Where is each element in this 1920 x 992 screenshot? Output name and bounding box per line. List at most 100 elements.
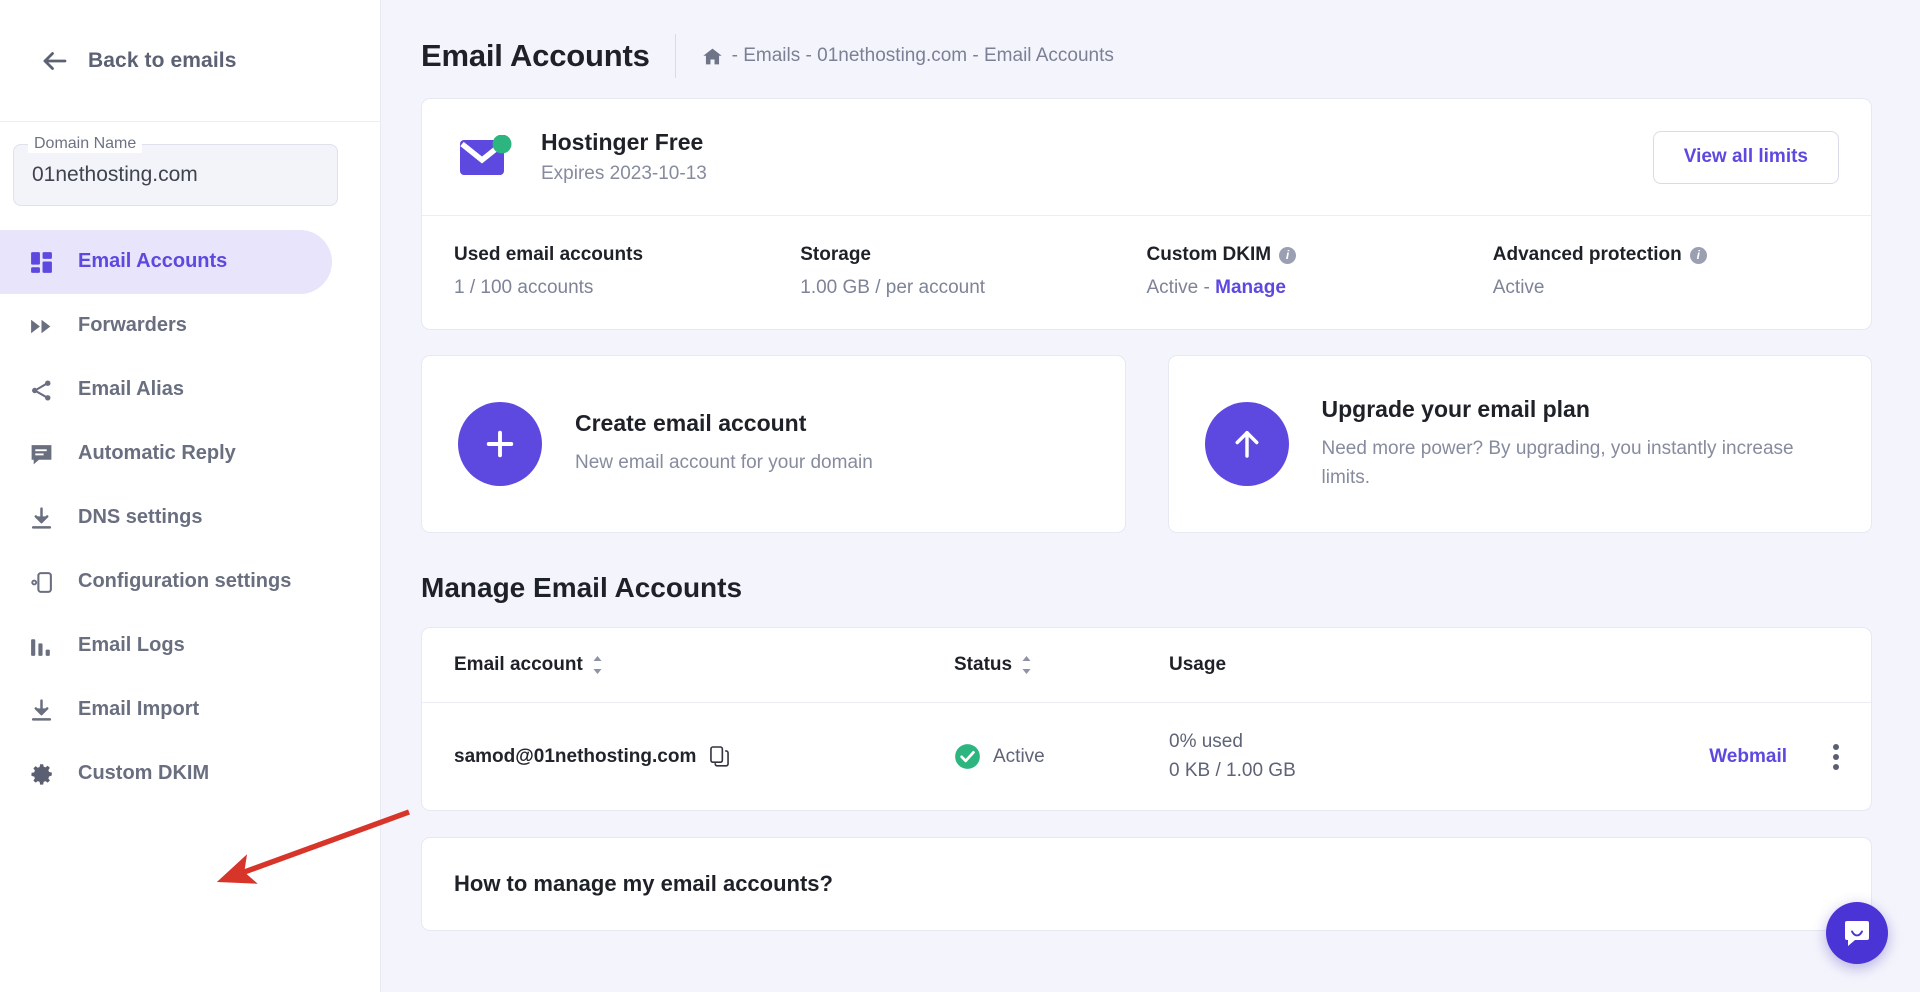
home-icon[interactable]: [702, 46, 723, 67]
sidebar-item-label: Email Accounts: [78, 250, 228, 273]
plan-expiry: Expires 2023-10-13: [541, 163, 707, 184]
table-row: samod@01nethosting.com Active 0% used 0 …: [422, 703, 1871, 810]
usage-percent: 0% used: [1169, 731, 1243, 752]
sidebar-nav: Email Accounts Forwarders Email Alias Au…: [0, 230, 380, 806]
arrow-left-icon: [40, 46, 70, 76]
kebab-menu-icon[interactable]: [1833, 743, 1839, 770]
sidebar-item-label: Email Logs: [78, 634, 185, 657]
stat-label: Advanced protection i: [1493, 244, 1839, 266]
card-title: Upgrade your email plan: [1321, 396, 1590, 422]
sidebar-item-custom-dkim[interactable]: Custom DKIM: [0, 742, 332, 806]
sidebar-item-email-alias[interactable]: Email Alias: [0, 358, 332, 422]
stat-value: Active - Manage: [1147, 277, 1493, 299]
action-cards: Create email account New email account f…: [421, 355, 1872, 533]
chat-bubble-icon[interactable]: [1826, 902, 1888, 964]
stat-label: Used email accounts: [454, 244, 800, 266]
sidebar-item-forwarders[interactable]: Forwarders: [0, 294, 332, 358]
faq-question: How to manage my email accounts?: [454, 871, 833, 896]
info-icon[interactable]: i: [1689, 246, 1707, 264]
stat-advanced-protection: Advanced protection i Active: [1493, 244, 1839, 299]
column-label: Status: [954, 654, 1013, 675]
sidebar-item-automatic-reply[interactable]: Automatic Reply: [0, 422, 332, 486]
sort-icon[interactable]: [592, 656, 603, 674]
sidebar-item-configuration-settings[interactable]: Configuration settings: [0, 550, 332, 614]
plus-icon: [458, 402, 542, 486]
stat-custom-dkim: Custom DKIM i Active - Manage: [1147, 244, 1493, 299]
stat-label: Storage: [800, 244, 1146, 266]
plan-name: Hostinger Free: [541, 129, 704, 155]
sidebar-item-label: Forwarders: [78, 314, 187, 337]
column-label: Usage: [1169, 654, 1227, 675]
card-description: New email account for your domain: [575, 452, 873, 474]
create-email-account-text: Create email account New email account f…: [575, 410, 873, 478]
email-address: samod@01nethosting.com: [454, 745, 697, 767]
page-header: Email Accounts - Emails - 01nethosting.c…: [381, 0, 1920, 84]
domain-name-field-wrap: Domain Name 01nethosting.com: [0, 122, 380, 206]
faq-item[interactable]: How to manage my email accounts?: [421, 837, 1872, 931]
column-header-usage: Usage: [1169, 654, 1839, 676]
domain-name-field[interactable]: Domain Name 01nethosting.com: [13, 135, 338, 206]
stat-value: 1 / 100 accounts: [454, 277, 594, 298]
sidebar-item-label: Configuration settings: [78, 570, 292, 593]
main-content: Email Accounts - Emails - 01nethosting.c…: [381, 0, 1920, 992]
stat-label-text: Advanced protection: [1492, 244, 1682, 265]
share-icon: [28, 377, 55, 404]
breadcrumb-text: - Emails - 01nethosting.com - Email Acco…: [731, 45, 1114, 66]
fast-forward-icon: [28, 313, 55, 340]
content-area: Hostinger Free Expires 2023-10-13 View a…: [381, 84, 1920, 931]
email-accounts-page: Back to emails Domain Name 01nethosting.…: [0, 0, 1920, 992]
stat-used-email-accounts: Used email accounts 1 / 100 accounts: [454, 244, 800, 299]
gear-icon: [28, 761, 55, 788]
stat-storage: Storage 1.00 GB / per account: [800, 244, 1146, 299]
domain-name-value: 01nethosting.com: [32, 163, 198, 186]
plan-text: Hostinger Free Expires 2023-10-13: [541, 129, 707, 185]
table-header-row: Email account Status Usage: [422, 628, 1871, 703]
manage-dkim-link[interactable]: Manage: [1215, 277, 1286, 298]
usage-size: 0 KB / 1.00 GB: [1169, 759, 1296, 781]
sidebar-item-label: Automatic Reply: [78, 442, 236, 465]
card-title: Create email account: [575, 410, 807, 437]
stat-value: Active: [1492, 277, 1545, 298]
device-gear-icon: [28, 569, 55, 596]
sidebar-item-dns-settings[interactable]: DNS settings: [0, 486, 332, 550]
upgrade-email-plan-card[interactable]: Upgrade your email plan Need more power?…: [1167, 355, 1872, 533]
stat-label-text: Custom DKIM: [1146, 244, 1272, 265]
page-title: Email Accounts: [421, 38, 650, 73]
grid-icon: [28, 249, 55, 276]
webmail-link[interactable]: Webmail: [1709, 746, 1787, 768]
column-header-email-account[interactable]: Email account: [454, 654, 954, 676]
download-icon: [28, 697, 55, 724]
sidebar-item-label: Custom DKIM: [78, 762, 210, 785]
upgrade-email-plan-text: Upgrade your email plan Need more power?…: [1322, 396, 1836, 492]
stat-label-text: Storage: [800, 244, 871, 265]
column-header-status[interactable]: Status: [954, 654, 1169, 676]
back-to-emails-button[interactable]: Back to emails: [0, 0, 380, 122]
sort-icon[interactable]: [1021, 656, 1032, 674]
create-email-account-card[interactable]: Create email account New email account f…: [421, 355, 1126, 533]
header-divider: [674, 34, 676, 78]
copy-icon[interactable]: [710, 746, 730, 767]
column-label: Email account: [454, 654, 583, 675]
cell-status: Active: [954, 743, 1169, 770]
email-accounts-table: Email account Status Usage samod@01netho…: [421, 627, 1872, 811]
chat-lines-icon: [28, 441, 55, 468]
bar-chart-icon: [28, 633, 55, 660]
plan-card-top: Hostinger Free Expires 2023-10-13 View a…: [422, 99, 1871, 215]
cell-usage: 0% used 0 KB / 1.00 GB: [1169, 728, 1709, 785]
download-icon: [28, 505, 55, 532]
card-description: Need more power? By upgrading, you insta…: [1321, 438, 1794, 488]
cell-row-actions: Webmail: [1709, 743, 1839, 770]
stat-label-text: Used email accounts: [454, 244, 644, 265]
manage-section-title: Manage Email Accounts: [421, 572, 743, 603]
stat-label: Custom DKIM i: [1147, 244, 1493, 266]
cell-email-account: samod@01nethosting.com: [454, 746, 954, 768]
plan-stats-row: Used email accounts 1 / 100 accounts Sto…: [422, 215, 1871, 329]
envelope-icon: [460, 134, 514, 179]
sidebar-item-email-import[interactable]: Email Import: [0, 678, 332, 742]
stat-value-text: Active -: [1146, 277, 1210, 298]
info-icon[interactable]: i: [1279, 246, 1297, 264]
sidebar-item-email-logs[interactable]: Email Logs: [0, 614, 332, 678]
sidebar-item-email-accounts[interactable]: Email Accounts: [0, 230, 332, 294]
view-all-limits-button[interactable]: View all limits: [1652, 130, 1839, 184]
sidebar: Back to emails Domain Name 01nethosting.…: [0, 0, 381, 992]
